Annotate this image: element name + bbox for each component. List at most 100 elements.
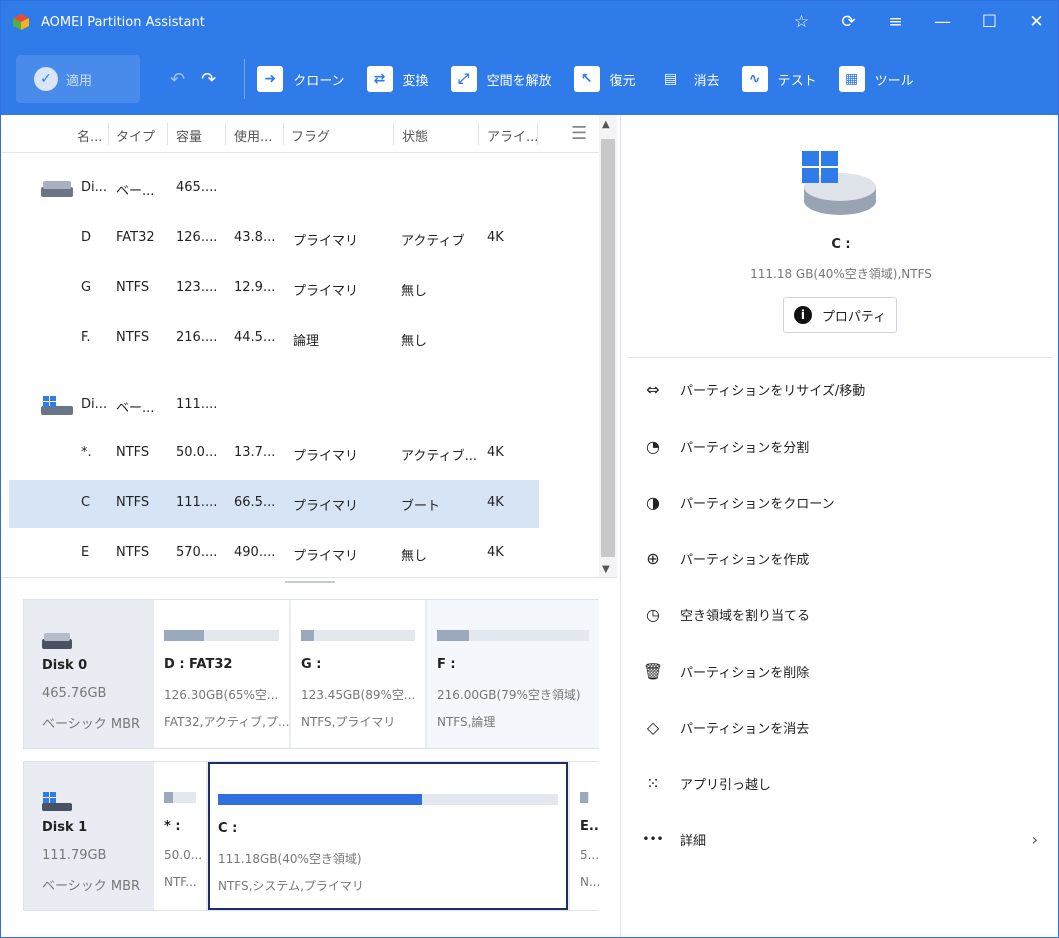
disk-row[interactable]: Di... ベー... 465.... (9, 165, 539, 213)
partition-block[interactable]: C : 111.18GB(40%空き領域) NTFS,システム,プライマリ (208, 762, 568, 910)
toolbar-tools-label: ツール (874, 73, 914, 89)
scroll-up-icon[interactable]: ▲ (602, 119, 610, 130)
col-used[interactable]: 使用... (234, 126, 272, 145)
disk-row[interactable]: Di... ベー... 111.... (9, 382, 539, 430)
action-resize[interactable]: ⇔ パーティションをリサイズ/移動 (642, 374, 1052, 404)
menu-icon[interactable]: ≡ (872, 1, 919, 43)
table-row[interactable]: C NTFS 111.... 66.5... プライマリ ブート 4K (9, 480, 539, 528)
action-allocate-space[interactable]: ◷ 空き領域を割り当てる (642, 599, 1052, 629)
disk-name: Disk 0 (42, 658, 88, 673)
toolbar-restore-label: 復元 (609, 73, 636, 89)
free-space-icon: ⤢ (450, 66, 477, 92)
col-state[interactable]: 状態 (402, 126, 428, 145)
cell-cap: 216.... (176, 330, 218, 345)
cell-flag: プライマリ (293, 284, 359, 299)
minimize-icon[interactable]: — (919, 1, 966, 43)
action-trash[interactable]: 🗑 パーティションを削除 (642, 656, 1052, 686)
toolbar-test[interactable]: ∿ テスト (741, 66, 817, 92)
table-row[interactable]: D FAT32 126.... 43.8... プライマリ アクティブ 4K (9, 215, 539, 263)
disk-size: 111.79GB (42, 848, 107, 863)
convert-icon: ⇄ (366, 66, 393, 92)
app-window: AOMEI Partition Assistant ☆ ⟳ ≡ — ☐ ✕ ✓ … (0, 0, 1059, 938)
partition-name: G : (301, 657, 322, 672)
toolbar-test-label: テスト (777, 73, 817, 89)
chevron-right-icon: › (1031, 829, 1038, 849)
toolbar-free-space[interactable]: ⤢ 空間を解放 (450, 66, 552, 92)
table-row[interactable]: F. NTFS 216.... 44.5... 論理 無し (9, 315, 539, 363)
maximize-icon[interactable]: ☐ (966, 1, 1013, 43)
cell-align: 4K (487, 230, 504, 245)
cell-name: G (81, 280, 92, 295)
cell-used: 13.7... (234, 445, 276, 460)
partition-block[interactable]: E... 5... N... (570, 762, 599, 910)
scroll-down-icon[interactable]: ▼ (602, 564, 610, 575)
action-label: パーティションを削除 (680, 665, 810, 681)
action-eraser[interactable]: ◇ パーティションを消去 (642, 712, 1052, 742)
scroll-thumb[interactable] (601, 139, 615, 557)
action-app-mover[interactable]: ⁙ アプリ引っ越し (642, 768, 1052, 798)
partition-flags: NTF... (164, 875, 197, 889)
partition-block[interactable]: F : 216.00GB(79%空き領域) NTFS,論理 (427, 600, 599, 748)
more-icon: ••• (642, 832, 664, 846)
cell-used: 12.9... (234, 280, 276, 295)
toolbar-wipe[interactable]: ▤ 消去 (658, 66, 720, 92)
properties-button[interactable]: i プロパティ (783, 297, 897, 333)
action-create-partition[interactable]: ⊕ パーティションを作成 (642, 543, 1052, 573)
window-title: AOMEI Partition Assistant (41, 14, 205, 30)
col-capacity[interactable]: 容量 (176, 126, 202, 145)
disk-map[interactable]: Disk 1 111.79GB ベーシック MBR * : 50.0... NTF... C… (23, 761, 599, 911)
partition-block[interactable]: D : FAT32 126.30GB(65%空... FAT32,アクティブ,プ..… (154, 600, 289, 748)
hdd-icon (42, 630, 72, 654)
toolbar-tools[interactable]: ▦ ツール (838, 66, 914, 92)
toolbar-restore[interactable]: ↖ 復元 (573, 66, 636, 92)
cell-name: D (81, 230, 92, 245)
table-row[interactable]: *. NTFS 50.0... 13.7... プライマリ アクティブ... 4K (9, 430, 539, 478)
col-align[interactable]: アライ... (487, 126, 538, 145)
split-icon: ◔ (646, 436, 660, 456)
allocate-space-icon: ◷ (646, 604, 660, 624)
cell-flag: プライマリ (293, 449, 359, 464)
star-icon[interactable]: ☆ (778, 1, 825, 43)
col-name[interactable]: 名... (77, 126, 102, 145)
partition-flags: NTFS,システム,プライマリ (218, 879, 364, 893)
cell-used: 66.5... (234, 495, 276, 510)
splitter-grip[interactable] (285, 581, 335, 583)
col-flag[interactable]: フラグ (291, 126, 330, 145)
cell-cap: 465.... (176, 180, 218, 195)
apply-button[interactable]: ✓ 適用 (16, 55, 140, 103)
table-scrollbar[interactable]: ▲ ▼ (599, 115, 617, 577)
usage-fill (164, 792, 173, 803)
check-icon: ✓ (34, 67, 58, 91)
disk-name: Disk 1 (42, 820, 88, 835)
redo-icon[interactable]: ↷ (201, 69, 216, 90)
toolbar-convert[interactable]: ⇄ 変換 (366, 66, 429, 92)
action-more[interactable]: ••• 詳細 › (642, 824, 1052, 854)
table-row[interactable]: E NTFS 570.... 490.... プライマリ 無し 4K (9, 530, 539, 578)
partition-flags: NTFS,論理 (437, 715, 496, 729)
cell-used: 44.5... (234, 330, 276, 345)
action-clone-partition[interactable]: ◑ パーティションをクローン (642, 487, 1052, 517)
action-split[interactable]: ◔ パーティションを分割 (642, 431, 1052, 461)
cell-used: 43.8... (234, 230, 276, 245)
disk-size: 465.76GB (42, 686, 107, 701)
toolbar-clone[interactable]: ➜ クローン (257, 66, 345, 92)
close-icon[interactable]: ✕ (1013, 1, 1058, 43)
resize-icon: ⇔ (646, 379, 660, 399)
table-row[interactable]: G NTFS 123.... 12.9... プライマリ 無し (9, 265, 539, 313)
partition-space: 50.0... (164, 848, 203, 862)
partition-block[interactable]: G : 123.45GB(89%空... NTFS,プライマリ (291, 600, 425, 748)
cell-state: 無し (401, 284, 428, 299)
action-label: アプリ引っ越し (680, 777, 772, 793)
undo-icon[interactable]: ↶ (170, 69, 185, 90)
trash-icon: 🗑 (642, 661, 664, 681)
cell-type: ベー... (116, 184, 155, 199)
disk-map[interactable]: Disk 0 465.76GB ベーシック MBR D : FAT32 126.30GB… (23, 599, 599, 749)
usage-bar (164, 792, 196, 803)
partition-space: 123.45GB(89%空... (301, 688, 416, 702)
disk-info[interactable]: Disk 1 111.79GB ベーシック MBR (24, 762, 154, 910)
partition-block[interactable]: * : 50.0... NTF... (154, 762, 206, 910)
column-settings-icon[interactable]: ☰ (571, 123, 587, 144)
col-type[interactable]: タイプ (116, 126, 155, 145)
disk-info[interactable]: Disk 0 465.76GB ベーシック MBR (24, 600, 154, 748)
refresh-icon[interactable]: ⟳ (825, 1, 872, 43)
